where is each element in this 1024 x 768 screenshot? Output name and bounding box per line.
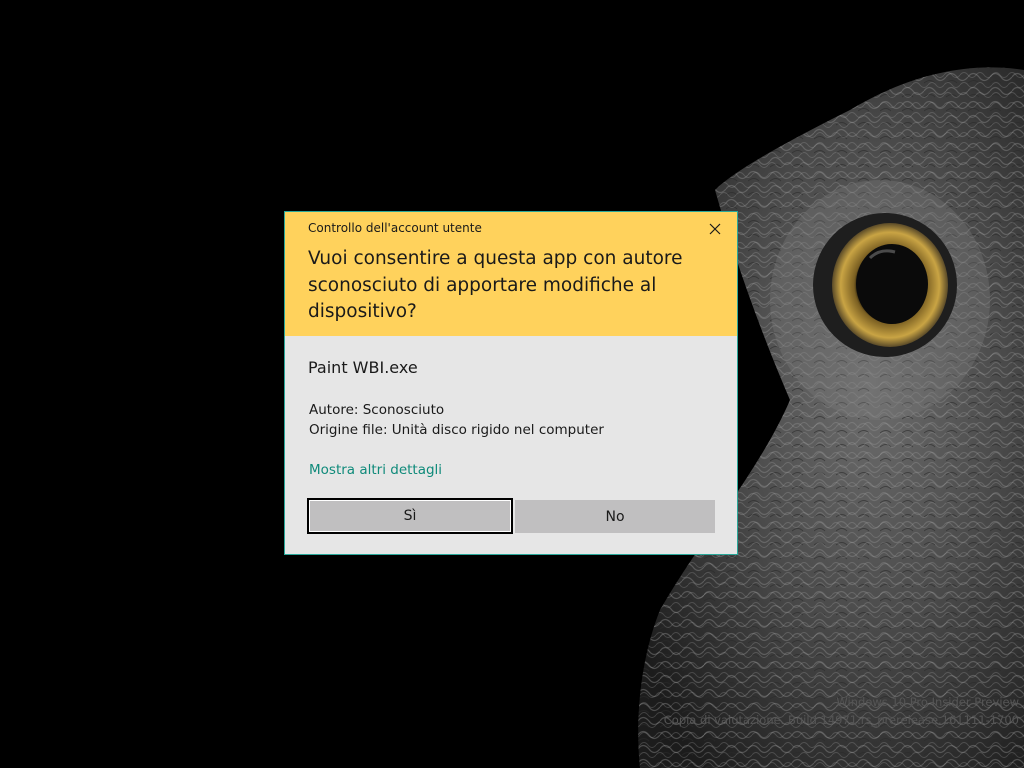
app-name: Paint WBI.exe [308,358,418,377]
windows-watermark: Windows 10 Pro Insider Preview Copia di … [664,693,1019,729]
uac-dialog: Controllo dell'account utente Vuoi conse… [284,211,738,555]
no-button[interactable]: No [515,500,715,533]
origin-line: Origine file: Unità disco rigido nel com… [309,422,604,438]
close-button[interactable] [701,218,729,240]
dialog-title: Controllo dell'account utente [308,221,482,235]
desktop: Controllo dell'account utente Vuoi conse… [0,0,1024,768]
yes-button[interactable]: Sì [307,498,513,534]
uac-header: Controllo dell'account utente Vuoi conse… [285,212,737,336]
show-more-details-link[interactable]: Mostra altri dettagli [309,462,442,478]
watermark-edition: Windows 10 Pro Insider Preview [836,695,1019,709]
watermark-build: Copia di valutazione. Build 14971.rs_pre… [663,713,1019,727]
close-icon [709,223,721,235]
uac-question: Vuoi consentire a questa app con autore … [308,248,683,322]
publisher-line: Autore: Sconosciuto [309,402,445,418]
